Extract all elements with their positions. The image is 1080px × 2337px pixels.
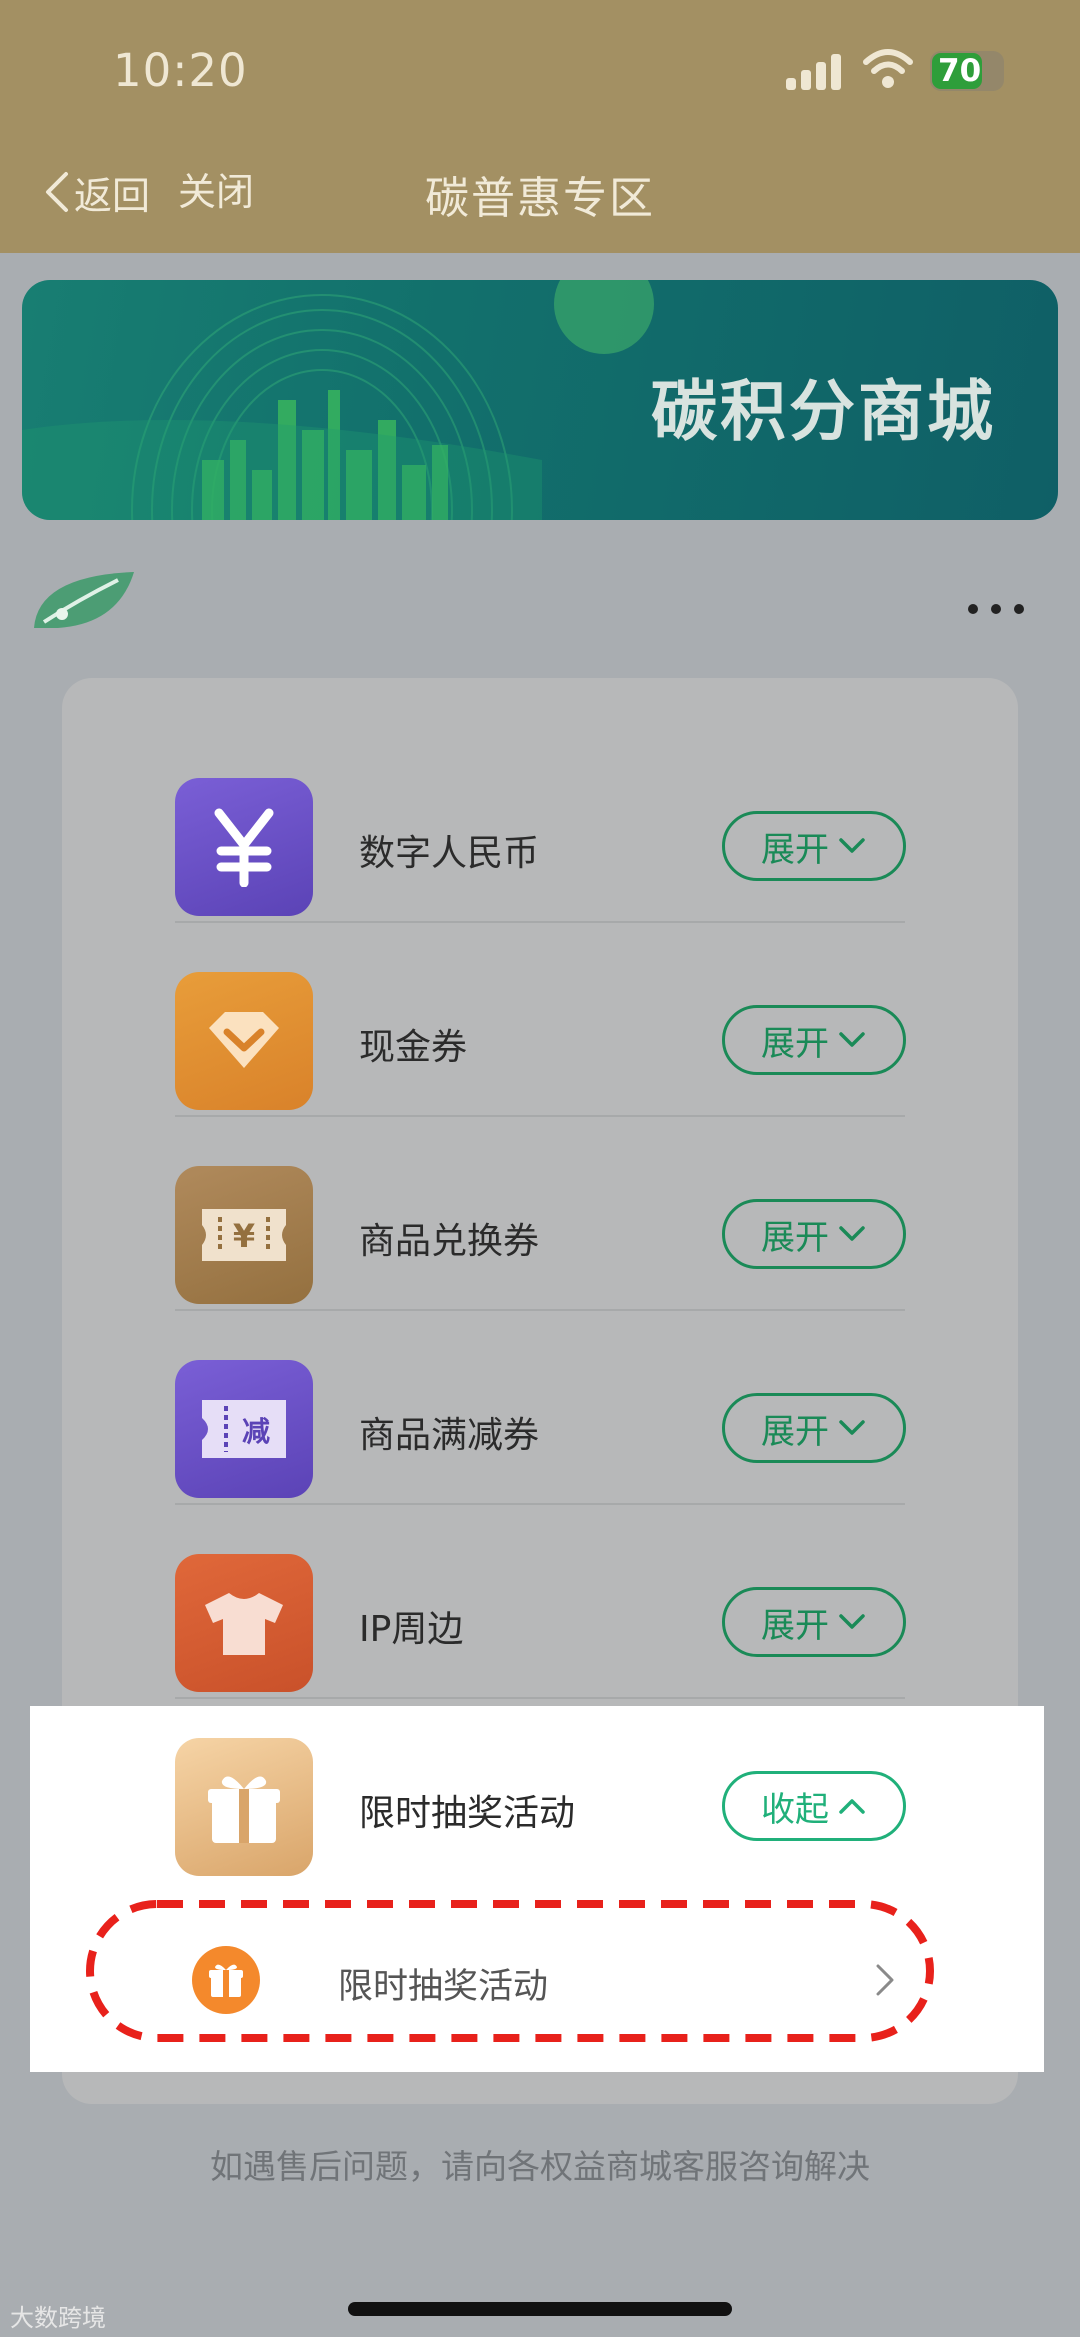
watermark: 大数跨境 bbox=[10, 2304, 106, 2332]
chevron-left-icon bbox=[46, 172, 68, 212]
more-options-icon[interactable] bbox=[966, 602, 1026, 618]
expand-label: 展开 bbox=[761, 1411, 829, 1452]
list-item[interactable]: 限时抽奖活动 收起 bbox=[175, 1706, 906, 1900]
wifi-icon bbox=[863, 49, 913, 88]
chevron-down-icon bbox=[839, 1614, 865, 1629]
item-label: 数字人民币 bbox=[359, 833, 540, 874]
after-sales-note: 如遇售后问题，请向各权益商城客服咨询解决 bbox=[210, 2147, 870, 2186]
collapse-button[interactable]: 收起 bbox=[722, 1771, 906, 1841]
svg-text:¥: ¥ bbox=[233, 1217, 255, 1255]
carbon-mall-banner[interactable]: 碳积分商城 bbox=[22, 280, 1058, 520]
chevron-down-icon bbox=[839, 838, 865, 853]
battery-icon: 70 bbox=[930, 51, 1004, 91]
signal-icon bbox=[786, 54, 841, 90]
item-label: 商品兑换券 bbox=[359, 1221, 540, 1262]
chevron-down-icon bbox=[839, 1032, 865, 1047]
home-indicator[interactable] bbox=[348, 2302, 732, 2316]
expand-label: 展开 bbox=[761, 1605, 829, 1646]
item-label: 限时抽奖活动 bbox=[359, 1793, 576, 1834]
tshirt-icon bbox=[175, 1554, 313, 1692]
expand-label: 展开 bbox=[761, 1217, 829, 1258]
divider bbox=[175, 1697, 905, 1699]
item-label: 现金券 bbox=[359, 1027, 468, 1068]
list-item[interactable]: 减 商品满减券 展开 bbox=[175, 1310, 906, 1505]
chevron-up-icon bbox=[839, 1799, 865, 1814]
leaf-logo-icon bbox=[34, 572, 134, 628]
item-label: IP周边 bbox=[359, 1609, 464, 1650]
expand-button[interactable]: 展开 bbox=[722, 1393, 906, 1463]
gift-icon bbox=[175, 1738, 313, 1876]
list-item[interactable]: 数字人民币 展开 bbox=[175, 728, 906, 923]
page-title: 碳普惠专区 bbox=[425, 173, 655, 224]
ticket-icon: ¥ bbox=[175, 1166, 313, 1304]
list-item[interactable]: ¥ 商品兑换券 展开 bbox=[175, 1116, 906, 1311]
expand-button[interactable]: 展开 bbox=[722, 1199, 906, 1269]
chevron-down-icon bbox=[839, 1420, 865, 1435]
chevron-down-icon bbox=[839, 1226, 865, 1241]
back-label: 返回 bbox=[74, 173, 151, 218]
app-header: 10:20 70 返回 关闭 碳普惠专区 bbox=[0, 0, 1080, 253]
lottery-link-label[interactable]: 限时抽奖活动 bbox=[338, 1958, 548, 2009]
yuan-icon bbox=[175, 778, 313, 916]
close-button[interactable]: 关闭 bbox=[178, 166, 254, 218]
gift-icon bbox=[192, 1946, 260, 2014]
chevron-right-icon[interactable] bbox=[874, 1962, 896, 1998]
status-time: 10:20 bbox=[113, 44, 248, 97]
item-label: 商品满减券 bbox=[359, 1415, 540, 1456]
list-item[interactable]: IP周边 展开 bbox=[175, 1504, 906, 1699]
back-button[interactable]: 返回 bbox=[44, 166, 150, 218]
discount-coupon-icon: 减 bbox=[175, 1360, 313, 1498]
expand-button[interactable]: 展开 bbox=[722, 811, 906, 881]
expand-button[interactable]: 展开 bbox=[722, 1587, 906, 1657]
banner-title: 碳积分商城 bbox=[651, 373, 996, 450]
expand-button[interactable]: 展开 bbox=[722, 1005, 906, 1075]
expand-label: 展开 bbox=[761, 829, 829, 870]
svg-text:减: 减 bbox=[242, 1415, 270, 1448]
battery-level: 70 bbox=[938, 53, 982, 89]
list-item[interactable]: 现金券 展开 bbox=[175, 922, 906, 1117]
collapse-label: 收起 bbox=[761, 1789, 829, 1830]
diamond-coupon-icon bbox=[175, 972, 313, 1110]
expand-label: 展开 bbox=[761, 1023, 829, 1064]
